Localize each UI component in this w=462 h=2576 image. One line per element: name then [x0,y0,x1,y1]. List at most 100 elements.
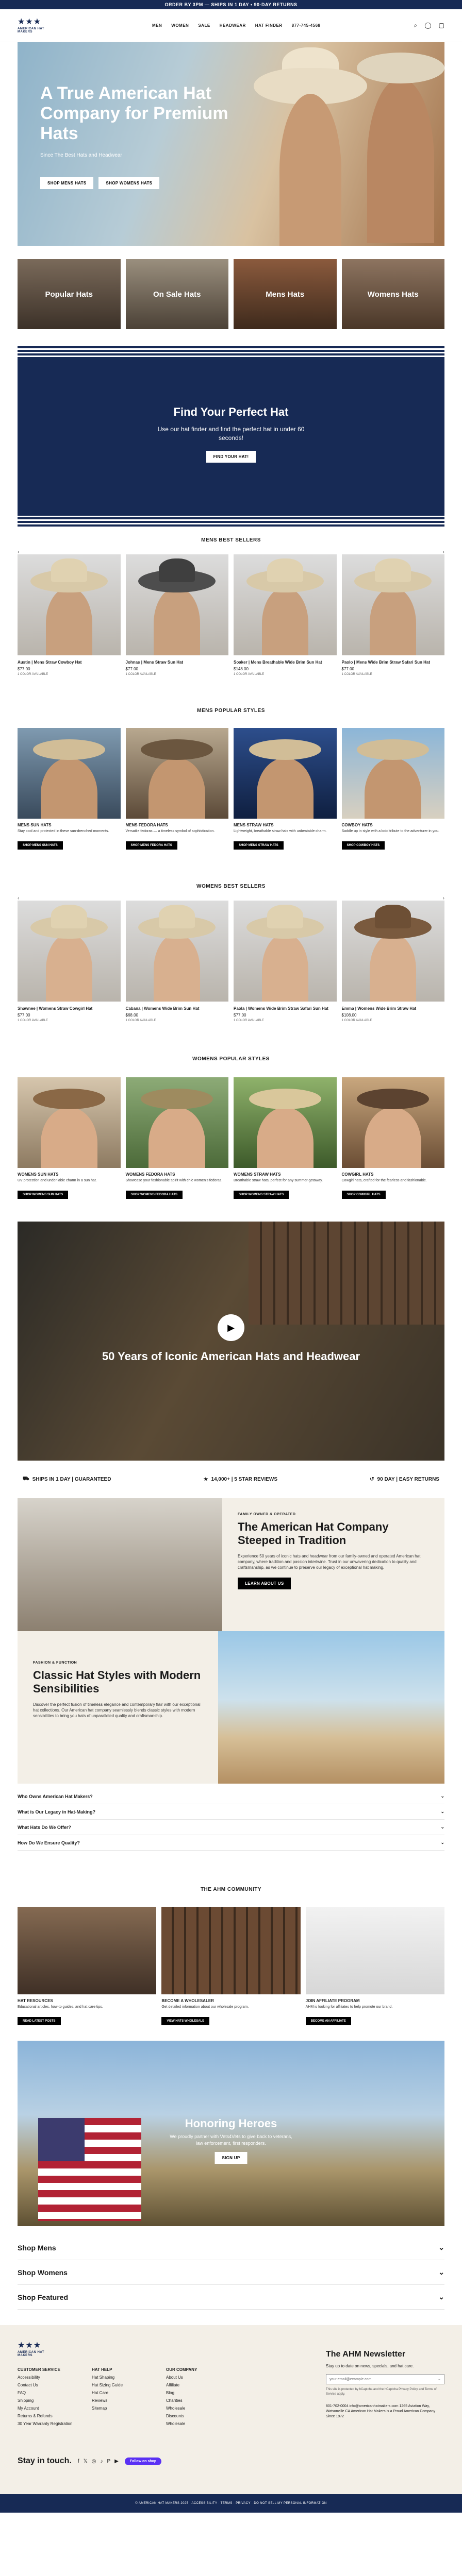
product-title[interactable]: Paola | Womens Wide Brim Straw Safari Su… [234,1006,337,1011]
cart-icon[interactable]: ▢ [439,22,444,29]
footer-link[interactable]: Hat Shaping [92,2375,154,2380]
shop-mens-accordion[interactable]: Shop Mens ⌄ [18,2235,444,2260]
product-title[interactable]: Johnas | Mens Straw Sun Hat [126,659,229,665]
product-image[interactable] [234,554,337,655]
product-image[interactable] [18,901,121,1002]
faq-item[interactable]: What Hats Do We Offer? ⌄ [18,1820,444,1835]
product-card[interactable]: Shawnee | Womens Straw Cowgirl Hat $77.00… [18,901,121,1022]
footer-link[interactable]: About Us [166,2375,228,2380]
find-hat-button[interactable]: FIND YOUR HAT! [206,451,256,463]
nav-men[interactable]: MEN [152,23,162,28]
category-mens[interactable]: Mens Hats [234,259,337,329]
style-card[interactable]: MENS SUN HATS Stay cool and protected in … [18,728,121,850]
style-card[interactable]: WOMENS SUN HATS UV protection and undenia… [18,1077,121,1199]
style-button[interactable]: SHOP WOMENS FEDORA HATS [125,1191,183,1199]
category-womens[interactable]: Womens Hats [341,259,444,329]
style-image[interactable] [234,728,337,819]
style-card[interactable]: COWBOY HATS Saddle up in style with a bol… [341,728,444,850]
product-title[interactable]: Paolo | Mens Wide Brim Straw Safari Sun … [342,659,445,665]
tiktok-icon[interactable]: ♪ [100,2459,103,2464]
style-image[interactable] [341,728,444,819]
sign-up-button[interactable]: SIGN UP [214,2152,248,2164]
product-image[interactable] [234,901,337,1002]
play-icon[interactable]: ▶ [218,1314,244,1341]
style-button[interactable]: SHOP MENS FEDORA HATS [125,841,177,850]
read-posts-button[interactable]: READ LATEST POSTS [18,2017,61,2025]
footer-logo[interactable]: ★★★ AMERICAN HAT MAKERS [18,2342,59,2358]
category-popular[interactable]: Popular Hats [18,259,121,329]
style-button[interactable]: SHOP COWGIRL HATS [341,1191,386,1199]
pinterest-icon[interactable]: P [107,2459,110,2464]
footer-link[interactable]: Blog [166,2391,228,2395]
community-card[interactable]: HAT RESOURCES Educational articles, how-t… [18,1907,157,2025]
footer-link[interactable]: Shipping [18,2398,79,2403]
learn-about-us-button[interactable]: LEARN ABOUT US [238,1578,291,1589]
footer-link[interactable]: Wholesale [166,2406,228,2411]
style-button[interactable]: SHOP WOMENS SUN HATS [18,1191,69,1199]
product-title[interactable]: Shawnee | Womens Straw Cowgirl Hat [18,1006,121,1011]
community-image[interactable] [18,1907,157,1994]
nav-phone[interactable]: 877-745-4568 [292,23,321,28]
product-image[interactable] [341,901,444,1002]
product-card[interactable]: Emma | Womens Wide Brim Straw Hat $108.00… [341,901,445,1022]
footer-link[interactable]: Hat Sizing Guide [92,2383,154,2387]
footer-link[interactable]: FAQ [18,2391,79,2395]
nav-women[interactable]: WOMEN [171,23,189,28]
category-on-sale[interactable]: On Sale Hats [125,259,228,329]
nav-sale[interactable]: SALE [198,23,210,28]
style-button[interactable]: SHOP MENS SUN HATS [18,841,63,850]
community-card[interactable]: JOIN AFFILIATE PROGRAM AHM is looking for… [305,1907,444,2025]
style-card[interactable]: MENS STRAW HATS Lightweight, breathable s… [234,728,337,850]
style-button[interactable]: SHOP WOMENS STRAW HATS [234,1191,289,1199]
product-title[interactable]: Cabana | Womens Wide Brim Sun Hat [126,1006,229,1011]
footer-link[interactable]: 30 Year Warranty Registration [18,2421,79,2426]
footer-link[interactable]: My Account [18,2406,79,2411]
footer-link[interactable]: Discounts [166,2414,228,2418]
footer-link[interactable]: Wholesale [166,2421,228,2426]
style-card[interactable]: MENS FEDORA HATS Versatile fedoras — a ti… [125,728,228,850]
facebook-icon[interactable]: f [78,2459,79,2464]
faq-item[interactable]: Who Owns American Hat Makers? ⌄ [18,1789,444,1804]
style-image[interactable] [341,1077,444,1168]
style-card[interactable]: WOMENS STRAW HATS Breathable straw hats, … [234,1077,337,1199]
search-icon[interactable]: ⌕ [414,22,417,29]
community-image[interactable] [305,1907,444,1994]
youtube-icon[interactable]: ▶ [114,2459,119,2464]
brand-video[interactable]: ▶ 50 Years of Iconic American Hats and H… [18,1222,444,1461]
style-card[interactable]: WOMENS FEDORA HATS Showcase your fashiona… [125,1077,228,1199]
footer-link[interactable]: Reviews [92,2398,154,2403]
style-image[interactable] [234,1077,337,1168]
product-title[interactable]: Emma | Womens Wide Brim Straw Hat [342,1006,445,1011]
instagram-icon[interactable]: ◎ [92,2459,96,2464]
footer-link[interactable]: Contact Us [18,2383,79,2387]
follow-on-shop-button[interactable]: Follow on shop [124,2457,162,2465]
faq-item[interactable]: How Do We Ensure Quality? ⌄ [18,1835,444,1851]
style-image[interactable] [18,1077,121,1168]
footer-link[interactable]: Accessibility [18,2375,79,2380]
product-card[interactable]: Paolo | Mens Wide Brim Straw Safari Sun … [341,554,445,676]
footer-link[interactable]: Affiliate [166,2383,228,2387]
product-card[interactable]: Paola | Womens Wide Brim Straw Safari Su… [234,901,337,1022]
shop-featured-accordion[interactable]: Shop Featured ⌄ [18,2285,444,2310]
product-image[interactable] [125,554,228,655]
style-card[interactable]: COWGIRL HATS Cowgirl hats, crafted for th… [341,1077,444,1199]
style-image[interactable] [125,1077,228,1168]
affiliate-button[interactable]: BECOME AN AFFILIATE [305,2017,351,2025]
shop-womens-button[interactable]: SHOP WOMENS HATS [98,177,160,189]
account-icon[interactable]: ◯ [424,22,431,29]
shop-womens-accordion[interactable]: Shop Womens ⌄ [18,2260,444,2285]
faq-item[interactable]: What is Our Legacy in Hat-Making? ⌄ [18,1804,444,1820]
product-image[interactable] [341,554,444,655]
style-button[interactable]: SHOP COWBOY HATS [341,841,385,850]
product-image[interactable] [18,554,121,655]
wholesale-button[interactable]: VIEW HATS WHOLESALE [161,2017,210,2025]
nav-hat-finder[interactable]: HAT FINDER [255,23,283,28]
product-image[interactable] [125,901,228,1002]
nav-headwear[interactable]: HEADWEAR [220,23,246,28]
product-card[interactable]: Austin | Mens Straw Cowboy Hat $77.00 1 CO… [18,554,121,676]
footer-link[interactable]: Charities [166,2398,228,2403]
email-field[interactable]: your-email@example.com → [326,2374,444,2384]
product-title[interactable]: Soaker | Mens Breathable Wide Brim Sun H… [234,659,337,665]
community-card[interactable]: BECOME A WHOLESALER Get detailed informat… [161,1907,301,2025]
style-button[interactable]: SHOP MENS STRAW HATS [234,841,284,850]
